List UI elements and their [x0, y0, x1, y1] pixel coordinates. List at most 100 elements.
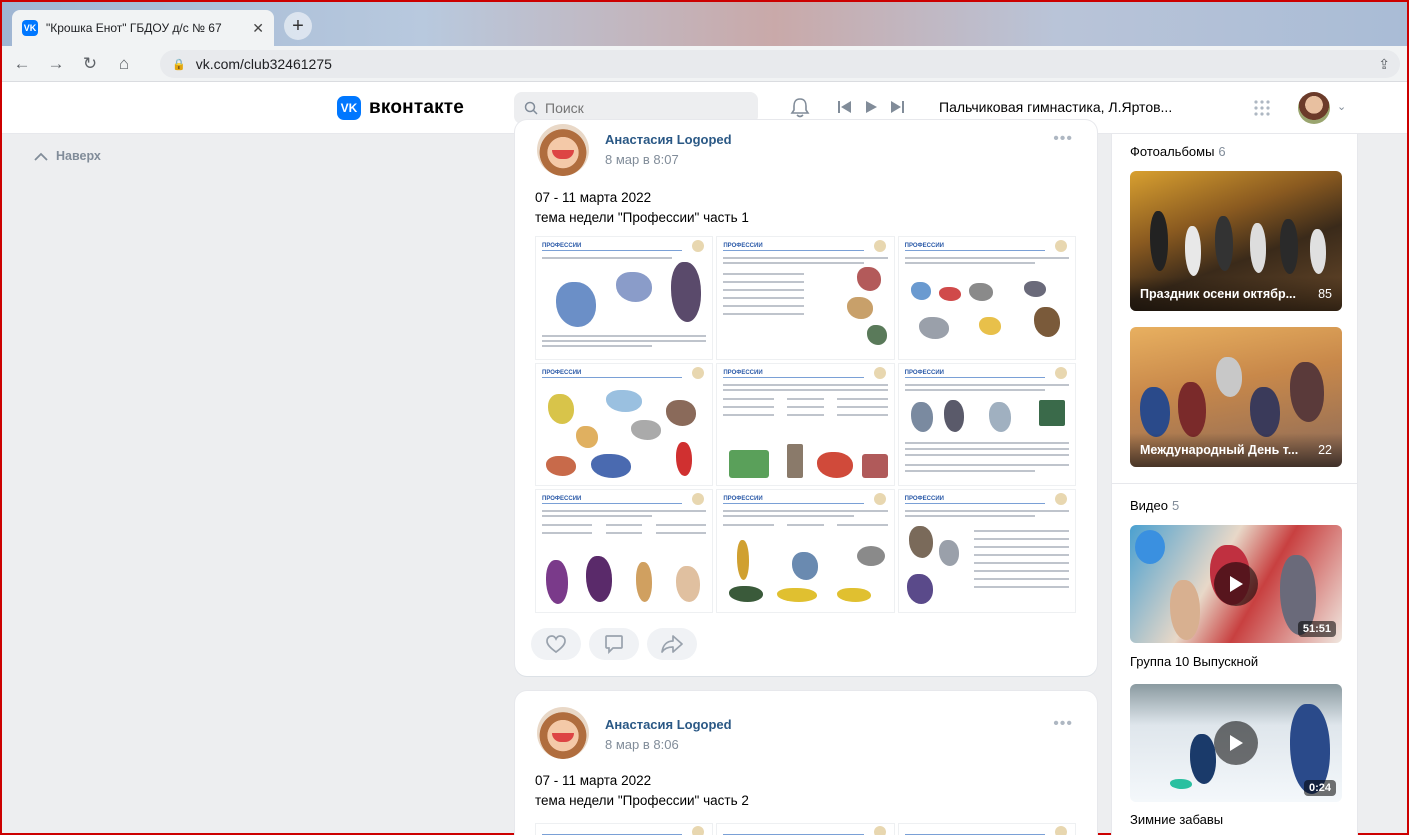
- post-photo[interactable]: ПРОФЕССИИ: [716, 489, 895, 613]
- play-button[interactable]: [1214, 562, 1258, 606]
- album-count: 85: [1318, 287, 1332, 301]
- videos-header[interactable]: Видео 5: [1130, 498, 1179, 513]
- post-text: 07 - 11 марта 2022 тема недели "Професси…: [535, 771, 749, 811]
- next-track-icon[interactable]: [890, 101, 904, 113]
- play-icon: [1230, 576, 1243, 592]
- post-text-line: тема недели "Профессии" часть 1: [535, 210, 749, 225]
- play-button[interactable]: [1214, 721, 1258, 765]
- browser-tab[interactable]: VK "Крошка Енот" ГБДОУ д/с № 67 ✕: [12, 10, 274, 46]
- photo-album[interactable]: Международный День т... 22: [1130, 327, 1342, 467]
- post-photo[interactable]: ПРОФЕССИИ: [535, 489, 714, 613]
- back-arrow-icon[interactable]: ←: [8, 50, 36, 78]
- comment-icon: [605, 635, 623, 654]
- home-icon[interactable]: ⌂: [110, 50, 138, 78]
- lock-icon: 🔒: [172, 58, 186, 71]
- post-photo[interactable]: ПРОФЕССИИ: [897, 236, 1076, 360]
- post-date[interactable]: 8 мар в 8:07: [605, 152, 679, 167]
- post-photo[interactable]: [535, 823, 714, 835]
- sheet-title: ПРОФЕССИИ: [904, 243, 944, 249]
- sheet-title: ПРОФЕССИИ: [723, 496, 763, 503]
- share-button[interactable]: [647, 628, 697, 660]
- post-photo[interactable]: ПРОФЕССИИ: [897, 489, 1076, 613]
- url-field[interactable]: 🔒 vk.com/club32461275 ⇪: [160, 50, 1400, 78]
- vk-logo-text: вконтакте: [369, 97, 465, 118]
- user-avatar[interactable]: [1298, 92, 1330, 124]
- post-text-line: 07 - 11 марта 2022: [535, 190, 652, 205]
- play-icon: [1230, 735, 1243, 751]
- post-image-grid: [535, 823, 1076, 835]
- photo-albums-header[interactable]: Фотоальбомы 6: [1130, 144, 1226, 159]
- video-thumbnail[interactable]: 51:51: [1130, 525, 1342, 643]
- more-icon[interactable]: •••: [1053, 715, 1073, 733]
- post-text: 07 - 11 марта 2022 тема недели "Професси…: [535, 188, 749, 228]
- post-photo[interactable]: ПРОФЕССИИ: [535, 236, 714, 360]
- chevron-down-icon[interactable]: ⌄: [1337, 100, 1346, 113]
- post-photo[interactable]: ПРОФЕССИИ: [897, 362, 1076, 487]
- close-icon[interactable]: ✕: [252, 20, 264, 37]
- photo-albums-title: Фотоальбомы: [1130, 144, 1215, 159]
- more-icon[interactable]: •••: [1053, 130, 1073, 148]
- video-duration: 51:51: [1297, 621, 1336, 637]
- post-photo[interactable]: [897, 823, 1076, 835]
- sheet-title: ПРОФЕССИИ: [542, 496, 582, 503]
- search-icon: [524, 101, 538, 115]
- post-author[interactable]: Анастасия Logoped: [605, 132, 732, 147]
- post-date[interactable]: 8 мар в 8:06: [605, 737, 679, 752]
- photo-album[interactable]: Праздник осени октябр... 85: [1130, 171, 1342, 311]
- wall-post: Анастасия Logoped 8 мар в 8:07 ••• 07 - …: [515, 120, 1097, 676]
- new-tab-button[interactable]: +: [284, 12, 312, 40]
- audio-player-controls: [838, 101, 904, 113]
- album-caption: Международный День т... 22: [1130, 433, 1342, 467]
- post-text-line: 07 - 11 марта 2022: [535, 773, 652, 788]
- now-playing-track[interactable]: Пальчиковая гимнастика, Л.Яртов...: [939, 99, 1172, 115]
- comment-button[interactable]: [589, 628, 639, 660]
- author-avatar[interactable]: [537, 707, 589, 759]
- url-text: vk.com/club32461275: [195, 56, 332, 72]
- like-button[interactable]: [531, 628, 581, 660]
- wall-post: Анастасия Logoped 8 мар в 8:06 ••• 07 - …: [515, 691, 1097, 835]
- reload-icon[interactable]: ↻: [76, 50, 104, 78]
- video-title[interactable]: Зимние забавы: [1130, 812, 1223, 827]
- sheet-title: ПРОФЕССИИ: [723, 369, 763, 376]
- album-name: Праздник осени октябр...: [1140, 287, 1296, 301]
- heart-icon: [546, 635, 566, 653]
- video-title[interactable]: Группа 10 Выпускной: [1130, 654, 1258, 669]
- right-sidebar: Фотоальбомы 6 Праздник осени октябр... 85…: [1112, 134, 1357, 835]
- videos-title: Видео: [1130, 498, 1168, 513]
- sheet-title: ПРОФЕССИИ: [542, 369, 582, 376]
- back-to-top-label: Наверх: [56, 149, 101, 163]
- back-to-top-link[interactable]: Наверх: [34, 149, 101, 163]
- post-actions: [531, 628, 697, 660]
- share-icon[interactable]: ⇪: [1378, 56, 1390, 73]
- videos-count: 5: [1171, 498, 1180, 513]
- post-photo[interactable]: ПРОФЕССИИ: [716, 362, 895, 487]
- post-photo[interactable]: ПРОФЕССИИ: [716, 236, 895, 360]
- tab-title: "Крошка Енот" ГБДОУ д/с № 67: [46, 21, 222, 35]
- sheet-title: ПРОФЕССИИ: [904, 369, 944, 376]
- section-divider: [1112, 483, 1357, 484]
- vk-logo-icon: VK: [337, 96, 361, 120]
- album-caption: Праздник осени октябр... 85: [1130, 277, 1342, 311]
- video-thumbnail[interactable]: 0:24: [1130, 684, 1342, 802]
- play-icon[interactable]: [865, 101, 877, 113]
- address-bar: ← → ↻ ⌂ 🔒 vk.com/club32461275 ⇪: [2, 46, 1407, 82]
- post-text-line: тема недели "Профессии" часть 2: [535, 793, 749, 808]
- apps-grid-icon[interactable]: [1253, 99, 1271, 117]
- forward-arrow-icon[interactable]: →: [42, 50, 70, 78]
- sheet-title: ПРОФЕССИИ: [542, 243, 582, 249]
- album-name: Международный День т...: [1140, 443, 1299, 457]
- search-input[interactable]: [545, 100, 735, 116]
- author-avatar[interactable]: [537, 124, 589, 176]
- previous-track-icon[interactable]: [838, 101, 852, 113]
- video-duration: 0:24: [1303, 780, 1336, 796]
- photo-albums-count: 6: [1218, 144, 1226, 159]
- post-image-grid: ПРОФЕССИИ ПРОФЕССИИ ПРОФЕССИИ ПРОФЕССИИ …: [535, 236, 1076, 613]
- post-photo[interactable]: ПРОФЕССИИ: [535, 362, 714, 487]
- chevron-up-icon: [34, 152, 48, 161]
- post-author[interactable]: Анастасия Logoped: [605, 717, 732, 732]
- post-photo[interactable]: [716, 823, 895, 835]
- vk-logo[interactable]: VK вконтакте: [337, 96, 464, 120]
- bell-icon[interactable]: [790, 97, 810, 119]
- sheet-title: ПРОФЕССИИ: [723, 243, 763, 249]
- vk-favicon-icon: VK: [22, 20, 38, 36]
